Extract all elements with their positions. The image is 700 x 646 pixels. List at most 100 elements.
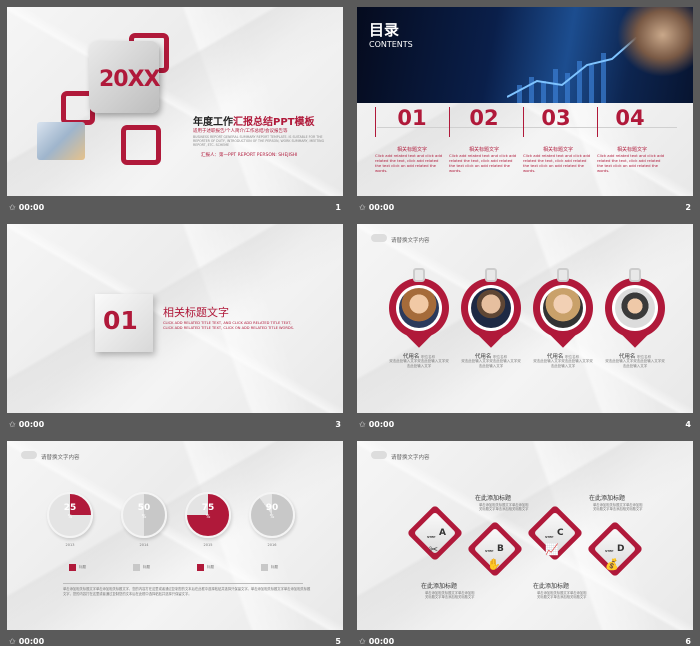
contents-number-4: 04	[615, 106, 645, 130]
slide-time: 00:00	[18, 636, 45, 646]
slide-6-thumbnail[interactable]: 请替换文字内容 STEP A ✂ STEP B ✋ STEP C 📈 STEP …	[357, 441, 693, 630]
contents-title-3: 相关标题文字	[542, 147, 573, 153]
section-english: CLICK ADD RELATED TITLE TEXT, AND CLICK …	[163, 321, 295, 330]
pie-value-2: 50	[137, 503, 151, 513]
star-icon: ✩	[9, 636, 16, 646]
slide-subtitle: 适用于述职报告/个人简介/工作总结/会议报告等	[193, 129, 288, 134]
slide-time: 00:00	[18, 202, 45, 212]
slide-time: 00:00	[18, 419, 45, 429]
handshake-icon: ✋	[487, 558, 501, 571]
slide-time: 00:00	[368, 419, 395, 429]
step-letter-b: B	[497, 544, 504, 554]
cloud-icon	[21, 451, 37, 459]
contents-heading: 目录	[369, 21, 400, 39]
slide-1-thumbnail[interactable]: 20XX 年度工作汇报总结PPT模板 适用于述职报告/个人简介/工作总结/会议报…	[7, 7, 343, 196]
caption-text-3: 单击添加相关标题文字单击添加相关标题文字单击添加相关标题文字	[537, 591, 587, 600]
step-letter-c: C	[557, 528, 564, 538]
cloud-icon	[371, 451, 387, 459]
slide-4-thumbnail[interactable]: 请替换文字内容 代用名 职位名称 代用名 职位名称 代用名 职位名称 代用名 职…	[357, 224, 693, 413]
star-icon: ✩	[359, 202, 366, 212]
contents-text-3: Click add related text and click add rel…	[523, 153, 591, 173]
pie-year-1: 2013	[65, 543, 75, 547]
legend-label-3: 标题	[207, 565, 214, 569]
contents-title-1: 相关标题文字	[396, 147, 427, 153]
pie-value-3: 75	[201, 503, 215, 513]
person-desc-2: 双击此处输入文字双击此处输入文字双击此处输入文字	[461, 359, 521, 368]
contents-number-3: 03	[541, 106, 571, 130]
scissors-icon: ✂	[429, 543, 439, 556]
slide-number: 5	[335, 636, 341, 646]
frame-square-bottom	[121, 125, 161, 165]
star-icon: ✩	[359, 419, 366, 429]
legend-swatch-3	[197, 564, 204, 571]
pie-percent-1: %	[67, 514, 73, 520]
slide-2-bar: ✩ 00:00 2	[357, 198, 693, 216]
slide-6-bar: ✩ 00:00 6	[357, 632, 693, 646]
person-desc-1: 双击此处输入文字双击此处输入文字双击此处输入文字	[389, 359, 449, 368]
slide-number: 2	[685, 202, 691, 212]
person-card-1	[389, 268, 449, 348]
step-label-d: STEP	[605, 549, 614, 553]
year-text: 20XX	[99, 67, 161, 92]
step-label-a: STEP	[427, 535, 436, 539]
legend-swatch-4	[261, 564, 268, 571]
step-label-b: STEP	[485, 549, 494, 553]
step-letter-d: D	[617, 544, 625, 554]
slide-header: 请替换文字内容	[391, 238, 430, 244]
slide-title: 年度工作汇报总结PPT模板	[193, 117, 315, 128]
contents-text-4: Click add related text and click add rel…	[597, 153, 665, 173]
slide-2-thumbnail[interactable]: 目录 CONTENTS 01 02 03 04 相关标题文字 相关标题文字 相关…	[357, 7, 693, 196]
english-description: BUSINESS REPORT GENERAL SUMMARY REPORT T…	[193, 135, 325, 147]
caption-title-1: 在此添加标题	[421, 583, 458, 590]
slide-number: 4	[685, 419, 691, 429]
person-card-2	[461, 268, 521, 348]
slide-3-bar: ✩ 00:00 3	[7, 415, 343, 433]
item-divider	[523, 107, 524, 137]
star-icon: ✩	[359, 636, 366, 646]
avatar	[399, 288, 439, 328]
star-icon: ✩	[9, 202, 16, 212]
slide-3-thumbnail[interactable]: 01 相关标题文字 CLICK ADD RELATED TITLE TEXT, …	[7, 224, 343, 413]
legend-swatch-1	[69, 564, 76, 571]
contents-text-2: Click add related text and click add rel…	[449, 153, 517, 173]
slide-number: 3	[335, 419, 341, 429]
person-desc-3: 双击此处输入文字双击此处输入文字双击此处输入文字	[533, 359, 593, 368]
slide-5-thumbnail[interactable]: 请替换文字内容 25 50 75 90 % % % % 2013 2014 20…	[7, 441, 343, 630]
slide-number: 1	[335, 202, 341, 212]
slide-header: 请替换文字内容	[41, 455, 80, 461]
pie-year-2: 2014	[139, 543, 149, 547]
business-photo	[37, 122, 85, 160]
slide-number: 6	[685, 636, 691, 646]
contents-number-2: 02	[469, 106, 499, 130]
caption-title-3: 在此添加标题	[533, 583, 570, 590]
hand-graphic	[617, 7, 693, 77]
pie-year-3: 2015	[203, 543, 213, 547]
contents-heading-en: CONTENTS	[369, 40, 413, 49]
person-card-4	[605, 268, 665, 348]
pie-value-1: 25	[63, 503, 77, 513]
slide-time: 00:00	[368, 636, 395, 646]
legend-label-1: 标题	[79, 565, 86, 569]
caption-text-4: 单击添加相关标题文字单击添加相关标题文字单击添加相关标题文字	[593, 503, 643, 512]
legend-label-2: 标题	[143, 565, 150, 569]
pie-percent-4: %	[269, 514, 275, 520]
slide-header: 请替换文字内容	[391, 455, 430, 461]
person-desc-4: 双击此处输入文字双击此处输入文字双击此处输入文字	[605, 359, 665, 368]
caption-text-1: 单击添加相关标题文字单击添加相关标题文字单击添加相关标题文字	[425, 591, 475, 600]
avatar	[471, 288, 511, 328]
slide-1-bar: ✩ 00:00 1	[7, 198, 343, 216]
section-number: 01	[103, 306, 138, 335]
section-title: 相关标题文字	[163, 306, 229, 319]
divider-line	[63, 583, 303, 584]
step-label-c: STEP	[545, 535, 554, 539]
legend-swatch-2	[133, 564, 140, 571]
pie-year-4: 2016	[267, 543, 277, 547]
avatar	[543, 288, 583, 328]
step-letter-a: A	[439, 528, 446, 538]
contents-title-2: 相关标题文字	[468, 147, 499, 153]
growth-chart-icon: 📈	[545, 543, 559, 556]
caption-title-2: 在此添加标题	[475, 495, 512, 502]
item-divider	[449, 107, 450, 137]
caption-text-2: 单击添加相关标题文字单击添加相关标题文字单击添加相关标题文字	[479, 503, 529, 512]
slide-4-bar: ✩ 00:00 4	[357, 415, 693, 433]
